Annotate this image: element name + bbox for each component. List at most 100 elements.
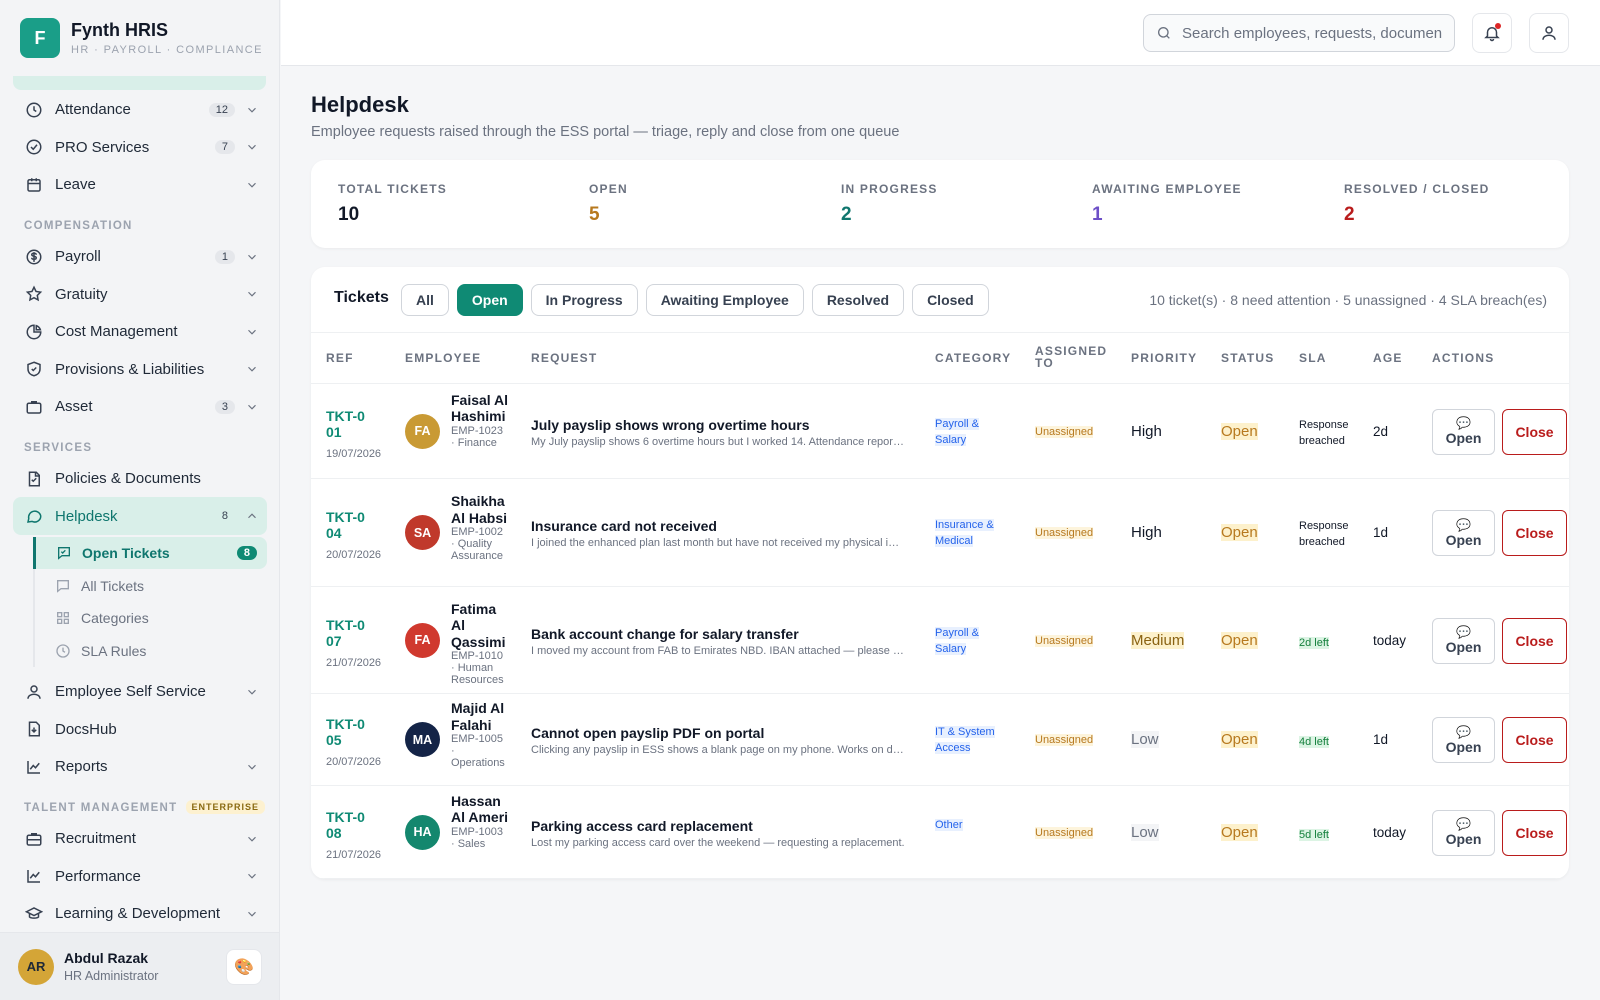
close-ticket-button[interactable]: Close [1502, 717, 1567, 763]
sla-indicator: Response breached [1299, 520, 1349, 548]
table-row[interactable]: TKT-004 20/07/2026 SA Shaikha Al Habsi EMP-1… [311, 479, 1569, 587]
user-profile[interactable]: AR Abdul Razak HR Administrator 🎨 [0, 932, 279, 1000]
speech-bubble-icon: 💬 [1456, 625, 1471, 639]
chevron-down-icon [245, 869, 259, 883]
check-circle-icon [25, 138, 43, 156]
search-box[interactable] [1143, 14, 1455, 52]
column-header-priority: PRIORITY [1131, 351, 1198, 365]
open-ticket-button[interactable]: 💬 Open [1432, 809, 1495, 856]
sidebar-item-reports[interactable]: Reports [13, 748, 267, 786]
filter-open[interactable]: Open [456, 284, 523, 316]
close-ticket-button[interactable]: Close [1502, 809, 1567, 856]
employee-cell: Fatima Al Qassimi EMP-1010 · Human Resour… [451, 601, 509, 687]
close-ticket-button[interactable]: Close [1502, 617, 1567, 664]
sidebar-item-learning[interactable]: Learning & Development [13, 895, 267, 933]
assigned-badge: Unassigned [1035, 634, 1094, 647]
request-cell[interactable]: Cannot open payslip PDF on portal Clickin… [531, 725, 905, 756]
request-description: I joined the enhanced plan last month bu… [531, 537, 905, 549]
priority-badge: Low [1131, 731, 1159, 748]
sidebar-item-helpdesk[interactable]: Helpdesk 8 [13, 497, 267, 535]
employee-name: Majid Al Falahi [451, 700, 505, 733]
request-title: Insurance card not received [531, 518, 717, 534]
search-input[interactable] [1182, 24, 1442, 42]
stats-panel: TOTAL TICKETS 10 OPEN 5 IN PROGRESS 2 AW… [311, 160, 1569, 248]
status-badge: Open [1221, 731, 1258, 748]
sidebar-subitem-categories[interactable]: Categories [33, 601, 260, 635]
count-badge: 7 [214, 140, 235, 155]
sidebar-item-asset[interactable]: Asset 3 [13, 388, 267, 426]
category-badge: Payroll & Salary [935, 417, 980, 446]
chevron-down-icon [245, 832, 259, 846]
ticket-ref[interactable]: TKT-007 21/07/2026 [326, 617, 386, 671]
sidebar-item-gratuity[interactable]: Gratuity [13, 275, 267, 313]
request-cell[interactable]: Bank account change for salary transfer I… [531, 626, 905, 657]
close-ticket-button[interactable]: Close [1502, 408, 1567, 455]
document-icon [25, 470, 43, 488]
table-row[interactable]: TKT-005 20/07/2026 MA Majid Al Falahi EMP-10… [311, 694, 1569, 786]
table-row[interactable]: TKT-007 21/07/2026 FA Fatima Al Qassimi EMP-… [311, 587, 1569, 694]
sidebar-item-cost-management[interactable]: Cost Management [13, 313, 267, 351]
search-icon [1156, 25, 1172, 41]
user-name: Abdul Razak [64, 950, 149, 966]
sidebar-item-docshub[interactable]: DocsHub [13, 711, 267, 749]
ticket-date: 21/07/2026 [326, 656, 382, 669]
sidebar-item-performance[interactable]: Performance [13, 857, 267, 895]
chevron-down-icon [245, 325, 259, 339]
table-row[interactable]: TKT-001 19/07/2026 FA Faisal Al Hashimi EMP-… [311, 384, 1569, 479]
ticket-ref[interactable]: TKT-005 20/07/2026 [326, 716, 386, 770]
sidebar-item-payroll[interactable]: Payroll 1 [13, 238, 267, 276]
sidebar-item-attendance[interactable]: Attendance 12 [13, 91, 267, 129]
sidebar-item-recruitment[interactable]: Recruitment [13, 820, 267, 858]
palette-button[interactable]: 🎨 [226, 948, 262, 985]
sidebar-item-provisions[interactable]: Provisions & Liabilities [13, 351, 267, 389]
filter-resolved[interactable]: Resolved [811, 284, 905, 316]
filter-in-progress[interactable]: In Progress [530, 284, 638, 316]
clock-icon [55, 643, 71, 659]
chevron-down-icon [245, 907, 259, 921]
employee-name: Fatima Al Qassimi [451, 600, 506, 650]
open-ticket-button[interactable]: 💬 Open [1432, 717, 1495, 763]
ticket-date: 20/07/2026 [326, 756, 382, 768]
sla-indicator: 4d left [1299, 736, 1329, 748]
briefcase-icon [25, 398, 43, 416]
speech-bubble-icon: 💬 [1456, 416, 1471, 430]
sidebar-item-pro-services[interactable]: PRO Services 7 [13, 129, 267, 167]
sidebar-item-ess[interactable]: Employee Self Service [13, 673, 267, 711]
notification-dot [1495, 23, 1501, 29]
table-row[interactable]: TKT-008 21/07/2026 HA Hassan Al Ameri EMP-10… [311, 786, 1569, 879]
notifications-button[interactable] [1472, 13, 1512, 53]
sidebar-subitem-open-tickets[interactable]: Open Tickets 8 [33, 536, 267, 570]
stat-resolved: RESOLVED / CLOSED 2 [1344, 182, 1490, 225]
ticket-age: 1d [1373, 525, 1389, 540]
open-ticket-button[interactable]: 💬 Open [1432, 408, 1495, 455]
request-cell[interactable]: Parking access card replacement Lost my p… [531, 818, 905, 849]
request-cell[interactable]: July payslip shows wrong overtime hours M… [531, 417, 905, 448]
stat-value: 5 [589, 204, 600, 225]
filter-all[interactable]: All [401, 284, 449, 316]
stat-value: 2 [1344, 204, 1355, 225]
open-ticket-button[interactable]: 💬 Open [1432, 617, 1495, 664]
sidebar-subitem-all-tickets[interactable]: All Tickets [33, 569, 260, 602]
sidebar-subitem-sla-rules[interactable]: SLA Rules [33, 634, 260, 667]
close-ticket-button[interactable]: Close [1502, 510, 1567, 556]
employee-cell: Hassan Al Ameri EMP-1003 · Sales [451, 793, 509, 850]
filter-closed[interactable]: Closed [912, 284, 989, 316]
employee-avatar: FA [405, 622, 440, 658]
sidebar-item-policies[interactable]: Policies & Documents [13, 460, 267, 498]
chevron-up-icon [245, 509, 259, 523]
column-header-request: REQUEST [531, 351, 598, 365]
ticket-ref[interactable]: TKT-001 19/07/2026 [326, 408, 386, 462]
request-description: Clicking any payslip in ESS shows a blan… [531, 744, 905, 756]
chevron-down-icon [245, 287, 259, 301]
open-ticket-button[interactable]: 💬 Open [1432, 510, 1495, 556]
column-header-ref: REF [326, 351, 354, 365]
sidebar-item-leave[interactable]: Leave [13, 166, 267, 204]
profile-button[interactable] [1529, 13, 1569, 53]
ticket-ref[interactable]: TKT-008 21/07/2026 [326, 809, 386, 863]
clock-icon [25, 101, 43, 119]
tickets-summary: 10 ticket(s) · 8 need attention · 5 unas… [1149, 292, 1547, 308]
filter-awaiting-employee[interactable]: Awaiting Employee [645, 284, 804, 316]
ticket-ref[interactable]: TKT-004 20/07/2026 [326, 509, 386, 563]
request-cell[interactable]: Insurance card not received I joined the … [531, 518, 905, 549]
employee-id: EMP-1002 · Quality Assurance [451, 526, 503, 562]
